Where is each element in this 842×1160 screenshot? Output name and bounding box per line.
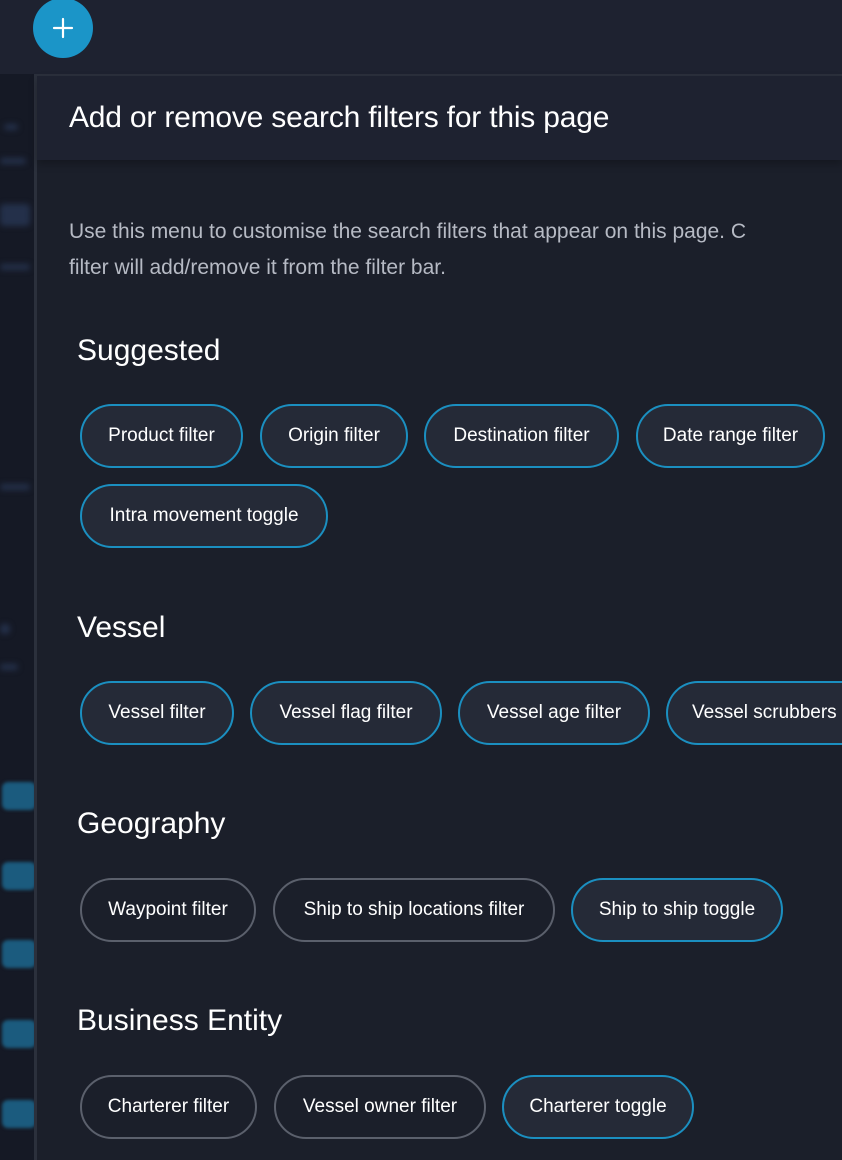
filter-chip-charterer-toggle[interactable]: Charterer toggle — [502, 1075, 694, 1139]
filter-chip-vessel-scrubbers[interactable]: Vessel scrubbers — [666, 681, 842, 745]
business-entity-filters: Charterer filter Vessel owner filter Cha… — [77, 1075, 842, 1145]
section-title-vessel: Vessel — [77, 611, 166, 644]
plus-icon — [52, 17, 74, 39]
filter-chip-waypoint[interactable]: Waypoint filter — [80, 878, 256, 942]
filter-chip-sts-locations[interactable]: Ship to ship locations filter — [273, 878, 555, 942]
suggested-filters: Product filter Origin filter Destination… — [77, 404, 842, 554]
top-bar — [0, 0, 842, 74]
add-filter-button[interactable] — [33, 0, 93, 58]
description-line-1: Use this menu to customise the search fi… — [69, 220, 747, 243]
panel-header: Add or remove search filters for this pa… — [37, 76, 842, 160]
filters-panel: Add or remove search filters for this pa… — [34, 74, 842, 1160]
filter-chip-vessel-owner[interactable]: Vessel owner filter — [274, 1075, 486, 1139]
section-title-geography: Geography — [77, 807, 226, 840]
filter-chip-sts-toggle[interactable]: Ship to ship toggle — [571, 878, 783, 942]
background-sidebar — [0, 74, 34, 1160]
filter-chip-vessel-flag[interactable]: Vessel flag filter — [250, 681, 442, 745]
filter-chip-product[interactable]: Product filter — [80, 404, 243, 468]
panel-title: Add or remove search filters for this pa… — [69, 101, 610, 134]
vessel-filters: Vessel filter Vessel flag filter Vessel … — [77, 681, 842, 751]
section-title-suggested: Suggested — [77, 334, 221, 367]
filter-chip-destination[interactable]: Destination filter — [424, 404, 619, 468]
filter-chip-vessel-age[interactable]: Vessel age filter — [458, 681, 650, 745]
panel-description: Use this menu to customise the search fi… — [69, 214, 842, 286]
filter-chip-intra-movement[interactable]: Intra movement toggle — [80, 484, 328, 548]
filter-chip-vessel[interactable]: Vessel filter — [80, 681, 234, 745]
filter-chip-charterer[interactable]: Charterer filter — [80, 1075, 257, 1139]
section-title-business-entity: Business Entity — [77, 1004, 283, 1037]
description-line-2: filter will add/remove it from the filte… — [69, 256, 446, 279]
geography-filters: Waypoint filter Ship to ship locations f… — [77, 878, 842, 948]
filter-chip-origin[interactable]: Origin filter — [260, 404, 408, 468]
filter-chip-date-range[interactable]: Date range filter — [636, 404, 825, 468]
